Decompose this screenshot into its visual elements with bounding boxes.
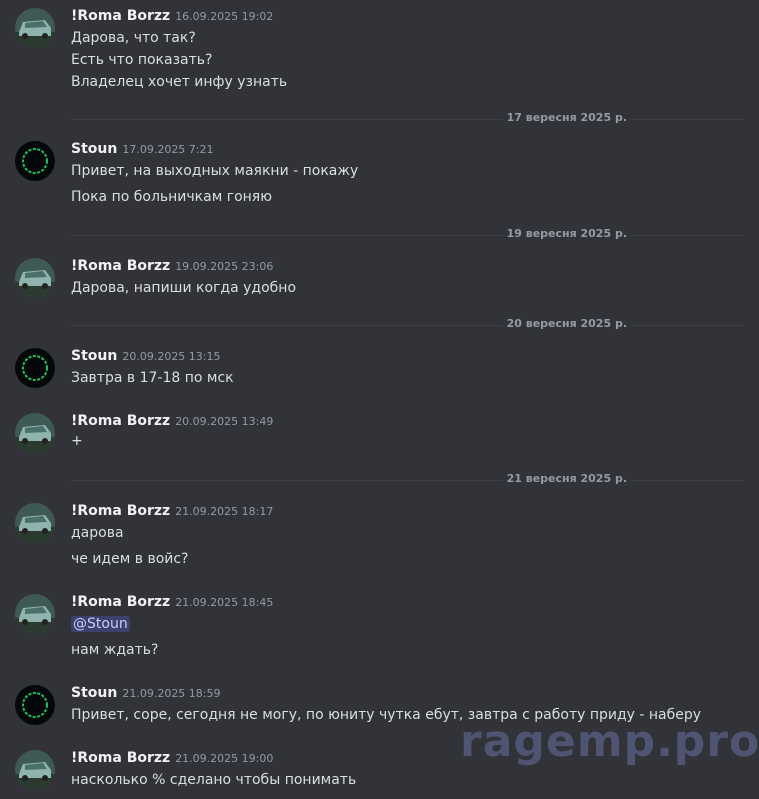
- message-author[interactable]: !Roma Borzz 21.09.2025 18:17: [71, 503, 273, 519]
- message-author[interactable]: !Roma Borzz 19.09.2025 23:06: [71, 258, 273, 274]
- message-text: Привет, на выходных маякни - покажу: [71, 163, 359, 179]
- message-author[interactable]: !Roma Borzz 21.09.2025 19:00: [71, 750, 273, 766]
- message: !Roma Borzz 19.09.2025 23:06 Дарова, напи…: [0, 256, 759, 306]
- message-author[interactable]: !Roma Borzz 21.09.2025 18:45: [71, 594, 273, 610]
- message-author[interactable]: Stoun 20.09.2025 13:15: [71, 348, 221, 364]
- date-divider: 17 вересня 2025 р.: [71, 111, 744, 124]
- date-divider: 21 вересня 2025 р.: [71, 472, 744, 485]
- message-timestamp: 21.09.2025 18:17: [175, 505, 274, 518]
- user-mention[interactable]: @Stoun: [71, 616, 130, 632]
- roma-avatar[interactable]: [15, 8, 55, 48]
- message: Stoun 20.09.2025 13:15 Завтра в 17-18 по …: [0, 346, 759, 396]
- message-timestamp: 21.09.2025 18:45: [175, 596, 274, 609]
- stoun-avatar[interactable]: [15, 685, 55, 725]
- watermark: ragemp.pro: [460, 716, 759, 767]
- message-author[interactable]: !Roma Borzz 16.09.2025 19:02: [71, 8, 273, 24]
- message-text: Пока по больничкам гоняю: [71, 189, 272, 205]
- message-text: Завтра в 17-18 по мск: [71, 370, 234, 386]
- message: !Roma Borzz 20.09.2025 13:49 +: [0, 411, 759, 461]
- message-text: Владелец хочет инфу узнать: [71, 74, 288, 90]
- roma-avatar[interactable]: [15, 594, 55, 634]
- message-text: Дарова, что так?: [71, 30, 196, 46]
- message-text: Есть что показать?: [71, 52, 213, 68]
- message: !Roma Borzz 16.09.2025 19:02 Дарова, что …: [0, 0, 759, 100]
- stoun-avatar[interactable]: [15, 141, 55, 181]
- author-name[interactable]: Stoun: [71, 685, 117, 701]
- message-author[interactable]: !Roma Borzz 20.09.2025 13:49: [71, 413, 273, 429]
- date-divider-label: 20 вересня 2025 р.: [502, 317, 631, 330]
- message: !Roma Borzz 21.09.2025 18:45 @Stoun нам ж…: [0, 592, 759, 667]
- author-name[interactable]: !Roma Borzz: [71, 594, 170, 610]
- author-name[interactable]: Stoun: [71, 141, 117, 157]
- message-text: Дарова, напиши когда удобно: [71, 280, 297, 296]
- message-text: насколько % сделано чтобы понимать: [71, 772, 357, 788]
- message-timestamp: 20.09.2025 13:15: [122, 350, 221, 363]
- author-name[interactable]: !Roma Borzz: [71, 258, 170, 274]
- date-divider-label: 21 вересня 2025 р.: [502, 472, 631, 485]
- author-name[interactable]: !Roma Borzz: [71, 413, 170, 429]
- message-text: че идем в войс?: [71, 551, 189, 567]
- message-timestamp: 19.09.2025 23:06: [175, 260, 274, 273]
- message-timestamp: 20.09.2025 13:49: [175, 415, 274, 428]
- stoun-avatar[interactable]: [15, 348, 55, 388]
- message-timestamp: 17.09.2025 7:21: [122, 143, 214, 156]
- author-name[interactable]: !Roma Borzz: [71, 503, 170, 519]
- message-timestamp: 21.09.2025 18:59: [122, 687, 221, 700]
- message-author[interactable]: Stoun 17.09.2025 7:21: [71, 141, 214, 157]
- message-text: нам ждать?: [71, 642, 159, 658]
- author-name[interactable]: !Roma Borzz: [71, 8, 170, 24]
- message-author[interactable]: Stoun 21.09.2025 18:59: [71, 685, 221, 701]
- message-timestamp: 16.09.2025 19:02: [175, 10, 274, 23]
- roma-avatar[interactable]: [15, 503, 55, 543]
- message-timestamp: 21.09.2025 19:00: [175, 752, 274, 765]
- date-divider: 19 вересня 2025 р.: [71, 227, 744, 240]
- roma-avatar[interactable]: [15, 258, 55, 298]
- message: !Roma Borzz 21.09.2025 18:17 дарова че ид…: [0, 501, 759, 576]
- message: Stoun 17.09.2025 7:21 Привет, на выходных…: [0, 140, 759, 210]
- date-divider-label: 19 вересня 2025 р.: [502, 227, 631, 240]
- date-divider-label: 17 вересня 2025 р.: [502, 111, 631, 124]
- author-name[interactable]: !Roma Borzz: [71, 750, 170, 766]
- message-text: дарова: [71, 525, 124, 541]
- date-divider: 20 вересня 2025 р.: [71, 317, 744, 330]
- author-name[interactable]: Stoun: [71, 348, 117, 364]
- message-text: +: [71, 433, 83, 449]
- message-text: @Stoun: [71, 616, 130, 632]
- roma-avatar[interactable]: [15, 750, 55, 790]
- roma-avatar[interactable]: [15, 413, 55, 453]
